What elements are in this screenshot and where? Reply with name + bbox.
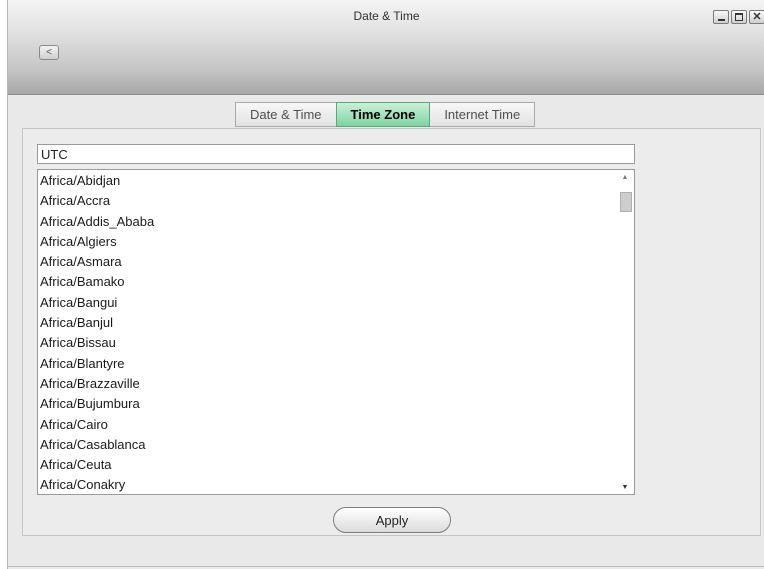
list-item[interactable]: Africa/Banjul — [38, 313, 616, 333]
list-item[interactable]: Africa/Accra — [38, 191, 616, 211]
title-bar[interactable]: Date & Time ✕ < — [8, 0, 764, 95]
timezone-input[interactable] — [37, 144, 635, 164]
timezone-list[interactable]: Africa/Abidjan Africa/Accra Africa/Addis… — [37, 169, 635, 495]
date-time-window: Date & Time ✕ < Date & Time Time Zone In… — [7, 0, 764, 569]
list-item[interactable]: Africa/Conakry — [38, 475, 616, 494]
apply-button[interactable]: Apply — [333, 507, 451, 533]
tab-date-time[interactable]: Date & Time — [235, 102, 337, 127]
tab-time-zone[interactable]: Time Zone — [335, 102, 431, 127]
maximize-button[interactable] — [731, 10, 747, 24]
list-item[interactable]: Africa/Casablanca — [38, 435, 616, 455]
close-button[interactable]: ✕ — [749, 10, 764, 24]
list-item[interactable]: Africa/Bamako — [38, 272, 616, 292]
chevron-left-icon: < — [46, 46, 52, 58]
list-item[interactable]: Africa/Cairo — [38, 415, 616, 435]
list-item[interactable]: Africa/Abidjan — [38, 171, 616, 191]
list-scrollbar[interactable]: ▲ ▼ — [616, 170, 634, 494]
divider — [8, 566, 764, 567]
back-button[interactable]: < — [39, 45, 59, 60]
list-item[interactable]: Africa/Addis_Ababa — [38, 212, 616, 232]
list-item[interactable]: Africa/Bangui — [38, 293, 616, 313]
arrow-up-icon: ▲ — [621, 173, 629, 181]
list-item[interactable]: Africa/Algiers — [38, 232, 616, 252]
scroll-down-button[interactable]: ▼ — [616, 480, 634, 494]
list-item[interactable]: Africa/Blantyre — [38, 354, 616, 374]
window-title: Date & Time — [353, 9, 420, 23]
list-item[interactable]: Africa/Ceuta — [38, 455, 616, 475]
time-zone-panel: Africa/Abidjan Africa/Accra Africa/Addis… — [22, 128, 761, 536]
maximize-icon — [735, 13, 743, 21]
list-item[interactable]: Africa/Bissau — [38, 333, 616, 353]
scrollbar-thumb[interactable] — [620, 192, 632, 212]
content-area: Date & Time Time Zone Internet Time Afri… — [8, 95, 764, 569]
scroll-up-button[interactable]: ▲ — [616, 170, 634, 184]
close-icon: ✕ — [752, 10, 762, 23]
list-item[interactable]: Africa/Brazzaville — [38, 374, 616, 394]
list-item[interactable]: Africa/Bujumbura — [38, 394, 616, 414]
minimize-icon — [717, 18, 725, 21]
tab-bar: Date & Time Time Zone Internet Time — [235, 102, 536, 127]
arrow-down-icon: ▼ — [621, 483, 629, 491]
list-item[interactable]: Africa/Asmara — [38, 252, 616, 272]
timezone-list-items: Africa/Abidjan Africa/Accra Africa/Addis… — [38, 170, 616, 494]
tab-internet-time[interactable]: Internet Time — [429, 102, 536, 127]
minimize-button[interactable] — [713, 10, 729, 24]
window-controls: ✕ — [713, 10, 764, 24]
